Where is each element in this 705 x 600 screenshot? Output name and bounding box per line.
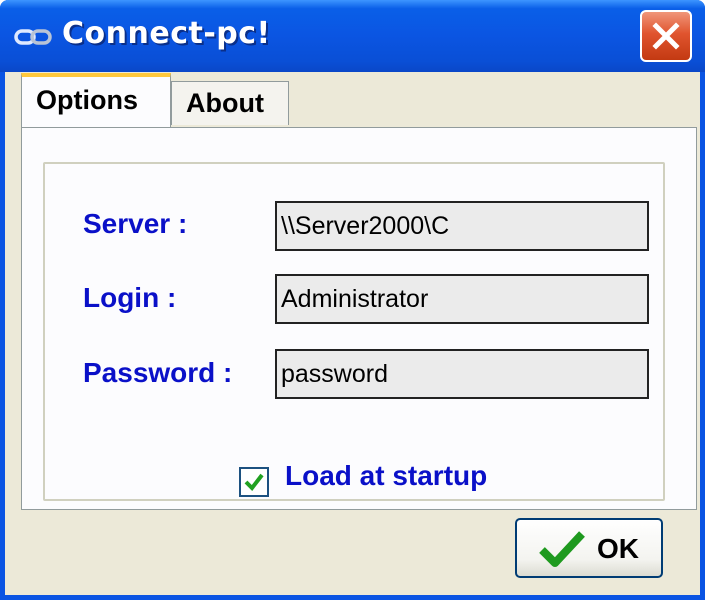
tab-options[interactable]: Options	[21, 73, 171, 127]
ok-button[interactable]: OK	[515, 518, 663, 578]
login-field[interactable]: Administrator	[275, 274, 649, 324]
server-label: Server :	[83, 208, 188, 239]
dialog-window: Connect-pc! Options About Server : \\Ser…	[0, 0, 705, 600]
close-icon	[652, 22, 680, 50]
checkmark-icon	[244, 473, 264, 492]
password-label: Password :	[83, 357, 233, 388]
tab-about[interactable]: About	[171, 81, 289, 125]
server-field[interactable]: \\Server2000\C	[275, 201, 649, 251]
close-button[interactable]	[640, 10, 692, 62]
connection-groupbox: Server : \\Server2000\C Login : Administ…	[43, 162, 665, 501]
password-field[interactable]: password	[275, 349, 649, 399]
checkmark-icon	[539, 531, 585, 567]
window-title: Connect-pc!	[62, 16, 271, 51]
load-at-startup-label[interactable]: Load at startup	[285, 460, 487, 492]
link-chain-icon	[14, 27, 52, 47]
title-bar[interactable]: Connect-pc!	[0, 0, 705, 72]
login-label: Login :	[83, 282, 177, 313]
options-panel: Server : \\Server2000\C Login : Administ…	[21, 127, 697, 510]
load-at-startup-checkbox[interactable]	[239, 467, 269, 497]
ok-label: OK	[597, 533, 639, 564]
